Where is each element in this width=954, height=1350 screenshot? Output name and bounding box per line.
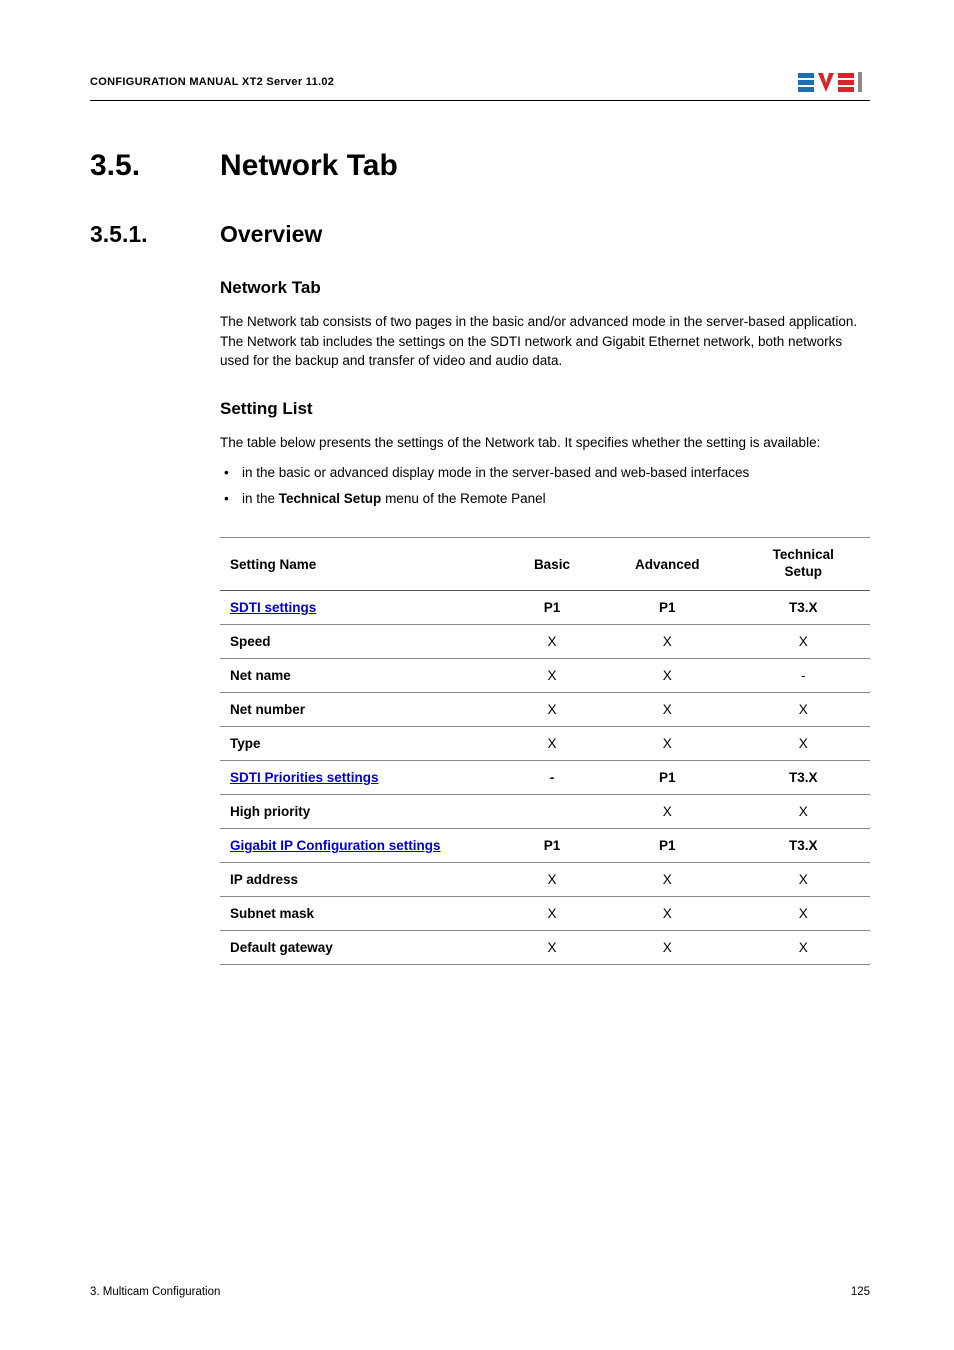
table-row: Net numberXXX <box>220 693 870 727</box>
cell-tech: - <box>737 659 870 693</box>
cell-tech: X <box>737 727 870 761</box>
col-header-basic: Basic <box>506 538 598 591</box>
page-header: CONFIGURATION MANUAL XT2 Server 11.02 <box>90 70 870 101</box>
cell-tech: T3.X <box>737 761 870 795</box>
header-title: CONFIGURATION MANUAL XT2 Server 11.02 <box>90 76 334 88</box>
cell-basic: P1 <box>506 591 598 625</box>
table-header-row: Setting Name Basic Advanced Technical Se… <box>220 538 870 591</box>
cell-advanced: X <box>598 863 737 897</box>
table-row: SpeedXXX <box>220 625 870 659</box>
col-header-advanced: Advanced <box>598 538 737 591</box>
cell-basic: X <box>506 931 598 965</box>
cell-tech: X <box>737 863 870 897</box>
tech-line2: Setup <box>785 564 823 579</box>
table-row: Default gatewayXXX <box>220 931 870 965</box>
cell-basic: - <box>506 761 598 795</box>
bold-term: Technical Setup <box>279 491 382 506</box>
cell-basic: X <box>506 727 598 761</box>
evs-logo-icon <box>798 70 870 94</box>
cell-tech: X <box>737 897 870 931</box>
col-header-technical: Technical Setup <box>737 538 870 591</box>
settings-table: Setting Name Basic Advanced Technical Se… <box>220 537 870 965</box>
setting-link[interactable]: SDTI settings <box>230 600 316 615</box>
cell-tech: X <box>737 693 870 727</box>
table-row: SDTI settingsP1P1T3.X <box>220 591 870 625</box>
cell-advanced: P1 <box>598 829 737 863</box>
cell-basic: X <box>506 863 598 897</box>
tech-line1: Technical <box>773 547 834 562</box>
block1-heading: Network Tab <box>220 278 870 298</box>
cell-basic: P1 <box>506 829 598 863</box>
cell-advanced: X <box>598 693 737 727</box>
cell-tech: T3.X <box>737 829 870 863</box>
table-row: Subnet maskXXX <box>220 897 870 931</box>
table-row: High priority XX <box>220 795 870 829</box>
h1-number: 3.5. <box>90 149 220 183</box>
setting-link[interactable]: SDTI Priorities settings <box>230 770 379 785</box>
block2-heading: Setting List <box>220 399 870 419</box>
cell-advanced: X <box>598 795 737 829</box>
h1-title: Network Tab <box>220 149 398 183</box>
cell-setting-name: Net number <box>220 693 506 727</box>
cell-basic: X <box>506 659 598 693</box>
cell-setting-name[interactable]: Gigabit IP Configuration settings <box>220 829 506 863</box>
cell-advanced: X <box>598 931 737 965</box>
cell-advanced: P1 <box>598 761 737 795</box>
block1-paragraph: The Network tab consists of two pages in… <box>220 312 870 371</box>
cell-basic: X <box>506 625 598 659</box>
cell-advanced: P1 <box>598 591 737 625</box>
list-item: in the basic or advanced display mode in… <box>220 462 870 484</box>
cell-basic <box>506 795 598 829</box>
footer-page-number: 125 <box>851 1286 870 1298</box>
list-item: in the Technical Setup menu of the Remot… <box>220 488 870 510</box>
section-heading-2: 3.5.1. Overview <box>90 221 870 248</box>
brand-logo <box>798 70 870 94</box>
cell-setting-name: IP address <box>220 863 506 897</box>
cell-basic: X <box>506 897 598 931</box>
table-row: IP addressXXX <box>220 863 870 897</box>
cell-setting-name: Default gateway <box>220 931 506 965</box>
cell-setting-name: Type <box>220 727 506 761</box>
cell-advanced: X <box>598 659 737 693</box>
table-row: TypeXXX <box>220 727 870 761</box>
cell-setting-name[interactable]: SDTI Priorities settings <box>220 761 506 795</box>
col-header-name: Setting Name <box>220 538 506 591</box>
cell-tech: X <box>737 795 870 829</box>
cell-advanced: X <box>598 897 737 931</box>
cell-setting-name: Speed <box>220 625 506 659</box>
page-footer: 3. Multicam Configuration 125 <box>90 1286 870 1298</box>
block2-paragraph: The table below presents the settings of… <box>220 433 870 453</box>
cell-tech: X <box>737 931 870 965</box>
h2-title: Overview <box>220 221 322 248</box>
setting-link[interactable]: Gigabit IP Configuration settings <box>230 838 441 853</box>
cell-setting-name: Subnet mask <box>220 897 506 931</box>
table-row: Gigabit IP Configuration settingsP1P1T3.… <box>220 829 870 863</box>
footer-left: 3. Multicam Configuration <box>90 1286 220 1298</box>
table-row: Net nameXX- <box>220 659 870 693</box>
cell-tech: X <box>737 625 870 659</box>
table-row: SDTI Priorities settings -P1T3.X <box>220 761 870 795</box>
cell-advanced: X <box>598 727 737 761</box>
cell-tech: T3.X <box>737 591 870 625</box>
cell-setting-name: High priority <box>220 795 506 829</box>
section-heading-1: 3.5. Network Tab <box>90 149 870 183</box>
cell-advanced: X <box>598 625 737 659</box>
cell-basic: X <box>506 693 598 727</box>
bullet-list: in the basic or advanced display mode in… <box>220 462 870 509</box>
cell-setting-name[interactable]: SDTI settings <box>220 591 506 625</box>
cell-setting-name: Net name <box>220 659 506 693</box>
h2-number: 3.5.1. <box>90 221 220 248</box>
